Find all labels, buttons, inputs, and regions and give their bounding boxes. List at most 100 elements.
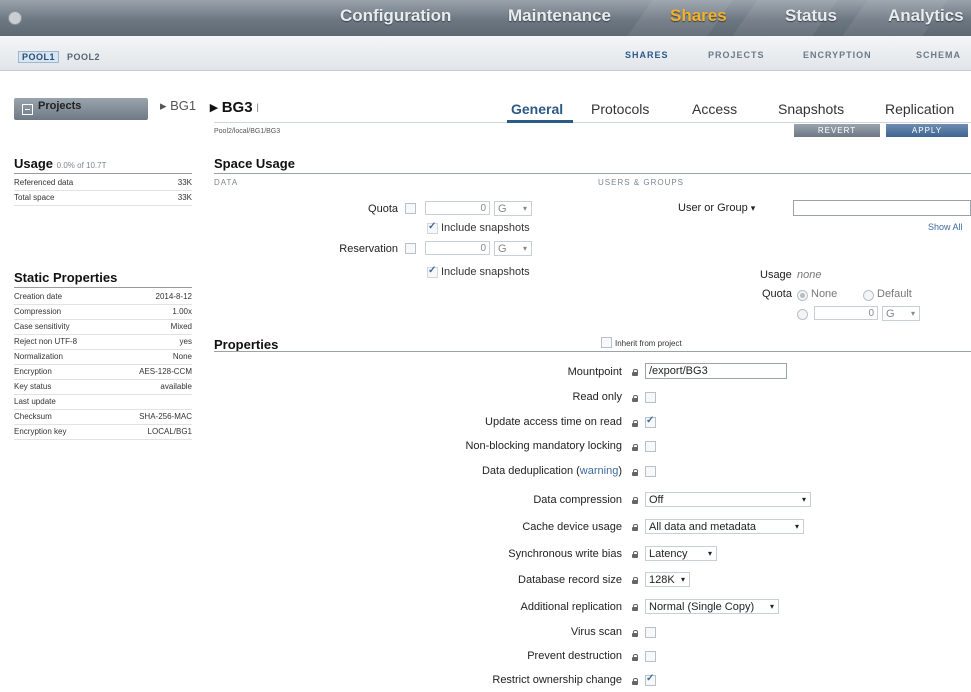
sidebar-row-value: Mixed (170, 322, 192, 331)
tab-general[interactable]: General (511, 101, 563, 117)
cache-label: Cache device usage (522, 521, 622, 533)
restrict-ownership-checkbox[interactable] (645, 673, 656, 686)
lock-icon[interactable] (632, 444, 638, 451)
breadcrumb-parent[interactable]: ▸ BG1 (160, 98, 196, 114)
ug-quota-input[interactable]: 0 (814, 306, 878, 320)
quota-include-snapshots-label: Include snapshots (441, 222, 530, 234)
sidebar-row: Last update (14, 395, 192, 410)
tab-replication[interactable]: Replication (885, 101, 954, 117)
apply-button[interactable]: APPLY (886, 124, 968, 137)
projects-button[interactable]: Projects (14, 98, 148, 120)
data-header: DATA (214, 178, 239, 187)
sidebar-row-value: 33K (177, 178, 192, 187)
subnav-schema[interactable]: SCHEMA (916, 50, 961, 60)
text-cursor-icon: I (252, 101, 260, 115)
quota-unit-select[interactable]: G ▾ (494, 201, 532, 216)
tab-access[interactable]: Access (692, 101, 737, 117)
chevron-down-icon: ▾ (522, 204, 527, 213)
quota-checkbox[interactable] (405, 203, 416, 214)
divider (214, 351, 971, 352)
sidebar-row-key: Key status (14, 382, 52, 391)
reservation-checkbox[interactable] (405, 243, 416, 254)
reservation-label: Reservation (339, 243, 398, 255)
users-groups-header: USERS & GROUPS (598, 178, 685, 187)
ug-quota-label: Quota (762, 288, 792, 300)
tab-shares[interactable]: Shares (670, 6, 727, 26)
sidebar-row-key: Reject non UTF-8 (14, 337, 78, 346)
quota-none-radio[interactable] (797, 290, 808, 301)
compression-select[interactable]: Off ▾ (645, 492, 811, 507)
ug-quota-unit-select[interactable]: G ▾ (882, 306, 920, 321)
tab-protocols[interactable]: Protocols (591, 101, 649, 117)
pool2-tab[interactable]: POOL2 (67, 52, 100, 62)
update-access-checkbox[interactable] (645, 415, 656, 428)
tab-analytics[interactable]: Analytics (888, 6, 964, 26)
sidebar-row-value: 33K (177, 193, 192, 202)
dedup-checkbox[interactable] (645, 466, 656, 477)
lock-icon[interactable] (632, 420, 638, 427)
lock-icon[interactable] (632, 551, 638, 558)
tab-status[interactable]: Status (785, 6, 837, 26)
quota-default-radio[interactable] (863, 290, 874, 301)
revert-button[interactable]: REVERT (794, 124, 880, 137)
virus-scan-checkbox[interactable] (645, 627, 656, 638)
lock-icon[interactable] (632, 369, 638, 376)
reservation-unit-select[interactable]: G ▾ (494, 241, 532, 256)
sidebar-row: Key status available (14, 380, 192, 395)
subnav-shares[interactable]: SHARES (625, 50, 669, 60)
sidebar-row-value: available (160, 382, 192, 391)
sidebar-row-value: LOCAL/BG1 (147, 427, 192, 436)
lock-icon[interactable] (632, 630, 638, 637)
sidebar-row-key: Checksum (14, 412, 52, 421)
cache-select[interactable]: All data and metadata ▾ (645, 519, 804, 534)
sidebar-row: Reject non UTF-8 yes (14, 335, 192, 350)
lock-icon[interactable] (632, 577, 638, 584)
pool1-tab[interactable]: POOL1 (18, 51, 60, 63)
lock-icon[interactable] (632, 678, 638, 685)
active-tab-indicator (507, 120, 573, 123)
mountpoint-label: Mountpoint (567, 366, 622, 378)
show-all-link[interactable]: Show All (928, 222, 963, 232)
read-only-checkbox[interactable] (645, 392, 656, 403)
sidebar-row-key: Last update (14, 397, 56, 406)
sidebar-row-value: 2014-8-12 (155, 292, 192, 301)
subnav-encryption[interactable]: ENCRYPTION (803, 50, 872, 60)
tab-maintenance[interactable]: Maintenance (508, 6, 611, 26)
space-usage-title: Space Usage (214, 156, 295, 171)
minus-box-icon (22, 104, 33, 115)
share-path: Pool2/local/BG1/BG3 (214, 128, 281, 135)
lock-icon[interactable] (632, 395, 638, 402)
lock-icon[interactable] (632, 654, 638, 661)
lock-icon[interactable] (632, 524, 638, 531)
logo-icon[interactable] (8, 11, 22, 25)
user-or-group-select[interactable]: User or Group ▾ (678, 202, 755, 214)
prevent-destruction-checkbox[interactable] (645, 651, 656, 662)
inherit-checkbox[interactable] (601, 337, 612, 348)
replication-select[interactable]: Normal (Single Copy) ▾ (645, 599, 779, 614)
reservation-input[interactable]: 0 (425, 241, 490, 255)
quota-include-snapshots-checkbox[interactable] (427, 221, 438, 234)
nonblocking-checkbox[interactable] (645, 441, 656, 452)
lock-icon[interactable] (632, 604, 638, 611)
quota-custom-radio[interactable] (797, 309, 808, 320)
read-only-label: Read only (572, 391, 622, 403)
usage-title: Usage 0.0% of 10.7T (14, 156, 107, 171)
sidebar-row-key: Encryption (14, 367, 52, 376)
tab-snapshots[interactable]: Snapshots (778, 101, 844, 117)
subnav-projects[interactable]: PROJECTS (708, 50, 765, 60)
lock-icon[interactable] (632, 469, 638, 476)
quota-input[interactable]: 0 (425, 201, 490, 215)
virus-scan-label: Virus scan (570, 626, 622, 638)
sidebar-row: Normalization None (14, 350, 192, 365)
mountpoint-input[interactable]: /export/BG3 (645, 363, 787, 379)
sidebar-row-value: yes (179, 337, 192, 346)
lock-icon[interactable] (632, 497, 638, 504)
sidebar-row-value: AES-128-CCM (139, 367, 192, 376)
recsize-select[interactable]: 128K ▾ (645, 572, 690, 587)
reservation-include-snapshots-checkbox[interactable] (427, 265, 438, 278)
user-group-input[interactable] (793, 200, 971, 216)
sync-select[interactable]: Latency ▾ (645, 546, 717, 561)
ug-usage-label: Usage (760, 269, 792, 281)
dedup-warning-link[interactable]: warning (580, 465, 619, 477)
tab-configuration[interactable]: Configuration (340, 6, 451, 26)
